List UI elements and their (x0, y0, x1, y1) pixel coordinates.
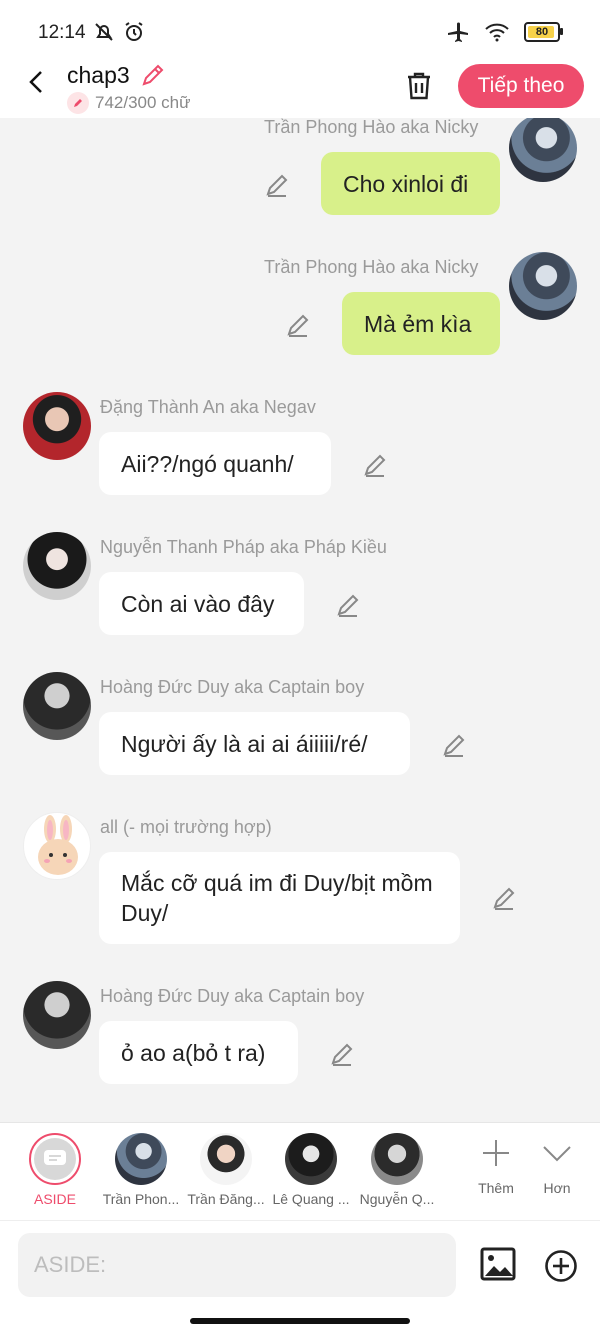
less-button[interactable]: Hơn (527, 1137, 587, 1196)
message-input[interactable] (18, 1233, 456, 1297)
avatar (200, 1133, 252, 1185)
pencil-icon (67, 92, 89, 114)
edit-message-icon[interactable] (441, 732, 467, 758)
sender-name: all (- mọi trường hợp) (100, 817, 272, 837)
edit-title-icon[interactable] (140, 62, 166, 88)
next-button[interactable]: Tiếp theo (458, 64, 584, 108)
add-button[interactable] (544, 1249, 578, 1288)
avatar[interactable] (23, 392, 91, 460)
aside-button[interactable]: ASIDE (12, 1133, 98, 1207)
character-label: Trần Đăng... (187, 1191, 265, 1207)
sender-name: Trần Phong Hào aka Nicky (264, 118, 479, 137)
home-indicator[interactable] (190, 1318, 410, 1324)
sender-name: Nguyễn Thanh Pháp aka Pháp Kiều (100, 537, 387, 557)
message-bubble[interactable]: Mắc cỡ quá im đi Duy/bịt mồm Duy/ (99, 852, 460, 944)
character-label: Trần Phon... (102, 1191, 180, 1207)
status-time: 12:14 (38, 22, 86, 43)
character-item[interactable]: Lê Quang ... (268, 1133, 354, 1207)
less-label: Hơn (543, 1180, 571, 1196)
chapter-title: chap3 (67, 62, 130, 88)
chevron-down-icon (543, 1146, 571, 1162)
character-label: Nguyễn Q... (359, 1191, 435, 1207)
delete-button[interactable] (404, 70, 434, 107)
character-label: Lê Quang ... (272, 1191, 350, 1207)
character-bar: ASIDE Trần Phon... Trần Đăng... Lê Quang… (0, 1122, 600, 1221)
back-button[interactable] (22, 68, 50, 96)
sender-name: Đặng Thành An aka Negav (100, 397, 316, 417)
avatar (115, 1133, 167, 1185)
sender-name: Hoàng Đức Duy aka Captain boy (100, 677, 365, 697)
alarm-icon (125, 22, 143, 41)
battery-icon: 80 (524, 22, 563, 42)
status-bar: 12:14 80 (0, 0, 600, 64)
edit-message-icon[interactable] (285, 312, 311, 338)
character-item[interactable]: Trần Phon... (98, 1133, 184, 1207)
more-button[interactable]: Thêm (466, 1137, 526, 1196)
wifi-icon (485, 23, 509, 42)
mute-icon (95, 23, 113, 41)
avatar[interactable] (23, 532, 91, 600)
message-bubble[interactable]: ỏ ao a(bỏ t ra) (99, 1021, 298, 1084)
edit-message-icon[interactable] (491, 885, 517, 911)
more-label: Thêm (478, 1180, 514, 1196)
bunny-avatar-icon (38, 815, 78, 875)
aside-icon (44, 1150, 66, 1165)
avatar[interactable] (509, 118, 577, 182)
aside-label: ASIDE (33, 1191, 76, 1207)
edit-message-icon[interactable] (264, 172, 290, 198)
airplane-icon (448, 22, 468, 42)
avatar (371, 1133, 423, 1185)
image-icon (480, 1247, 516, 1281)
character-item[interactable]: Nguyễn Q... (354, 1133, 440, 1207)
message-bubble[interactable]: Còn ai vào đây (99, 572, 304, 635)
edit-message-icon[interactable] (335, 592, 361, 618)
avatar[interactable] (23, 812, 91, 880)
trash-icon (408, 72, 430, 100)
plus-icon (483, 1140, 509, 1166)
plus-circle-icon (545, 1250, 577, 1282)
sender-name: Trần Phong Hào aka Nicky (264, 257, 479, 277)
chat-area[interactable]: Trần Phong Hào aka Nicky Cho xinloi đi T… (0, 118, 600, 1122)
edit-message-icon[interactable] (362, 452, 388, 478)
header: chap3 742/300 chữ Tiếp theo (0, 56, 600, 118)
avatar[interactable] (509, 252, 577, 320)
edit-message-icon[interactable] (329, 1041, 355, 1067)
word-count-text: 742/300 chữ (95, 93, 191, 112)
avatar[interactable] (23, 672, 91, 740)
sender-name: Hoàng Đức Duy aka Captain boy (100, 986, 365, 1006)
message-bubble[interactable]: Người ấy là ai ai áiiiii/ré/ (99, 712, 410, 775)
word-count: 742/300 chữ (67, 92, 191, 114)
input-area (0, 1220, 600, 1334)
message-bubble[interactable]: Aii??/ngó quanh/ (99, 432, 331, 495)
avatar (285, 1133, 337, 1185)
character-item[interactable]: Trần Đăng... (183, 1133, 269, 1207)
message-bubble[interactable]: Cho xinloi đi (321, 152, 500, 215)
message-bubble[interactable]: Mà ẻm kìa (342, 292, 500, 355)
chevron-left-icon (29, 71, 42, 93)
avatar[interactable] (23, 981, 91, 1049)
insert-image-button[interactable] (480, 1247, 516, 1286)
